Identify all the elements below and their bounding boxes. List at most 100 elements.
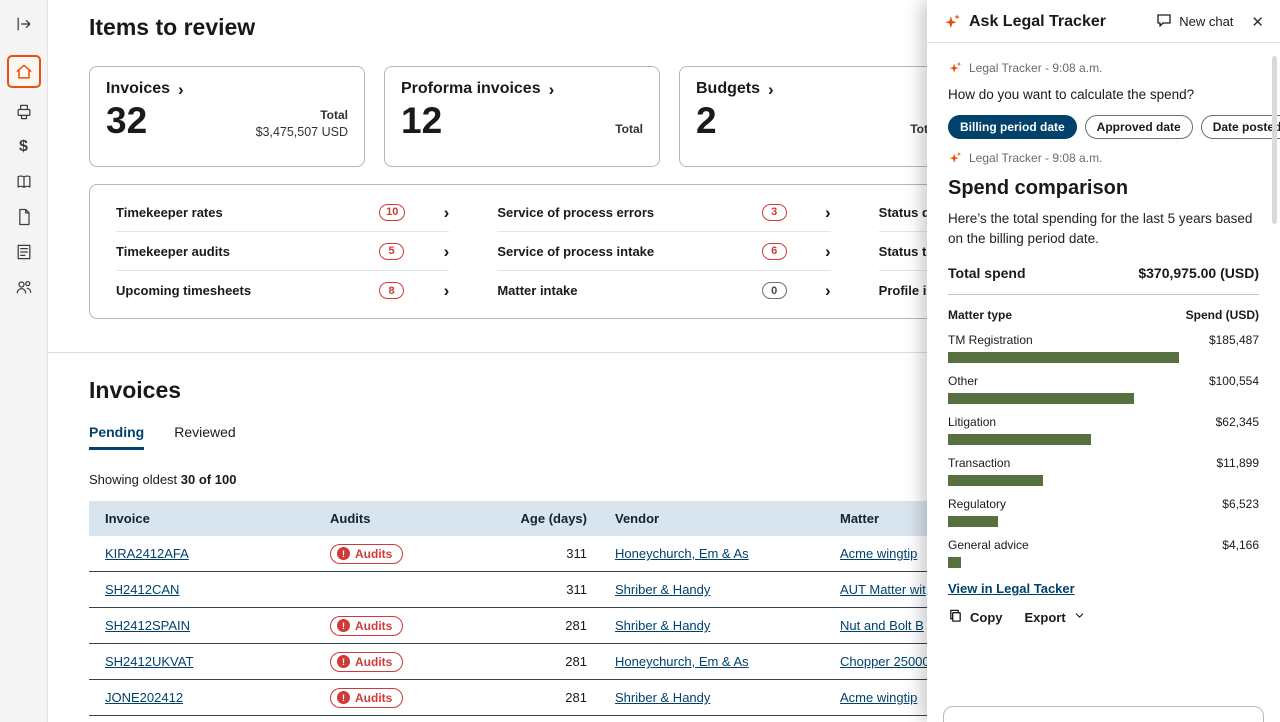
sparkle-icon xyxy=(943,13,961,31)
vendor-link[interactable]: Honeychurch, Em & As xyxy=(615,546,749,561)
option-pill-approved-date[interactable]: Approved date xyxy=(1085,115,1193,139)
summary-card-invoices[interactable]: Invoices › 32 Total $3,475,507 USD xyxy=(89,66,365,167)
assistant-question: How do you want to calculate the spend? xyxy=(948,87,1259,102)
age-cell: 281 xyxy=(515,654,595,669)
scrollbar-thumb[interactable] xyxy=(1272,56,1277,224)
review-item-upcoming-timesheets[interactable]: Upcoming timesheets xyxy=(116,271,379,310)
review-count-cell[interactable]: 10 xyxy=(379,193,429,232)
matter-link[interactable]: Nut and Bolt B xyxy=(840,618,924,633)
review-chevron-cell[interactable]: › xyxy=(811,271,831,310)
option-pill-billing-period-date[interactable]: Billing period date xyxy=(948,115,1077,139)
showing-count: 30 of 100 xyxy=(181,472,237,487)
total-label: Total xyxy=(256,108,348,122)
chevron-down-icon xyxy=(1073,609,1086,625)
total-spend-row: Total spend $370,975.00 (USD) xyxy=(948,265,1259,295)
review-chevron-cell[interactable]: › xyxy=(429,193,449,232)
audits-badge-label: Audits xyxy=(355,619,392,633)
spend-row-label: Other xyxy=(948,374,978,388)
spend-calc-options: Billing period date Approved date Date p… xyxy=(948,115,1259,139)
spend-comparison-heading: Spend comparison xyxy=(948,177,1259,200)
summary-card-proforma-invoices[interactable]: Proforma invoices › 12 Total xyxy=(384,66,660,167)
chevron-right-icon: › xyxy=(178,81,184,98)
spend-icon[interactable]: $ xyxy=(7,131,41,162)
invoice-link[interactable]: SH2412CAN xyxy=(105,582,179,597)
review-count-cell[interactable]: 0 xyxy=(762,271,811,310)
review-column-2: Service of process errors 3 › Service of… xyxy=(497,193,830,310)
export-button[interactable]: Export xyxy=(1025,609,1086,625)
review-item-sop-intake[interactable]: Service of process intake xyxy=(497,232,761,271)
audits-badge[interactable]: !Audits xyxy=(330,652,403,672)
review-chevron-cell[interactable]: › xyxy=(811,232,831,271)
spend-bar xyxy=(948,434,1091,445)
spend-row: Transaction$11,899 xyxy=(948,456,1259,486)
review-item-timekeeper-audits[interactable]: Timekeeper audits xyxy=(116,232,379,271)
spend-row-label: General advice xyxy=(948,538,1029,552)
audits-badge[interactable]: !Audits xyxy=(330,544,403,564)
review-count-cell[interactable]: 6 xyxy=(762,232,811,271)
spend-bar xyxy=(948,393,1134,404)
review-item-label: Timekeeper rates xyxy=(116,205,223,220)
review-count-cell[interactable]: 8 xyxy=(379,271,429,310)
invoice-link[interactable]: JONE202412 xyxy=(105,690,183,705)
review-chevron-cell[interactable]: › xyxy=(429,232,449,271)
copy-button[interactable]: Copy xyxy=(948,608,1003,626)
review-chevron-cell[interactable]: › xyxy=(811,193,831,232)
print-icon[interactable] xyxy=(7,96,41,127)
review-count-cell[interactable]: 3 xyxy=(762,193,811,232)
spend-row: Litigation$62,345 xyxy=(948,415,1259,445)
spend-row: General advice$4,166 xyxy=(948,538,1259,568)
expand-icon[interactable] xyxy=(7,8,41,39)
invoice-link[interactable]: SH2412SPAIN xyxy=(105,618,190,633)
tab-pending[interactable]: Pending xyxy=(89,424,144,450)
audits-badge[interactable]: ! Audits xyxy=(330,616,403,636)
close-icon[interactable]: ✕ xyxy=(1251,13,1264,31)
chat-header: Ask Legal Tracker New chat ✕ xyxy=(927,0,1280,43)
vendor-link[interactable]: Shriber & Handy xyxy=(615,690,710,705)
vendor-link[interactable]: Shriber & Handy xyxy=(615,618,710,633)
matter-link[interactable]: Acme wingtip xyxy=(840,546,917,561)
chat-body: Legal Tracker - 9:08 a.m. How do you wan… xyxy=(927,43,1280,722)
vendor-link[interactable]: Shriber & Handy xyxy=(615,582,710,597)
contacts-icon[interactable] xyxy=(7,271,41,302)
header-vendor: Vendor xyxy=(595,511,840,526)
spend-comparison-body: Here’s the total spending for the last 5… xyxy=(948,209,1259,248)
review-count-badge: 0 xyxy=(762,282,787,299)
review-count-badge: 3 xyxy=(762,204,787,221)
header-audits: Audits xyxy=(330,511,515,526)
invoice-link[interactable]: SH2412UKVAT xyxy=(105,654,193,669)
home-icon[interactable] xyxy=(7,55,41,88)
review-item-timekeeper-rates[interactable]: Timekeeper rates xyxy=(116,193,379,232)
card-title: Budgets xyxy=(696,80,760,98)
review-item-sop-errors[interactable]: Service of process errors xyxy=(497,193,761,232)
review-count-badge: 8 xyxy=(379,282,404,299)
review-item-label: Timekeeper audits xyxy=(116,244,230,259)
document-icon[interactable] xyxy=(7,201,41,232)
view-in-legal-tracker-link[interactable]: View in Legal Tacker xyxy=(948,581,1075,596)
chevron-right-icon: › xyxy=(768,81,774,98)
card-count: 32 xyxy=(106,100,147,143)
review-item-label: Service of process intake xyxy=(497,244,654,259)
review-column-1: Timekeeper rates 10 › Timekeeper audits … xyxy=(116,193,449,310)
review-chevron-cell[interactable]: › xyxy=(429,271,449,310)
audits-badge[interactable]: !Audits xyxy=(330,688,403,708)
library-icon[interactable] xyxy=(7,166,41,197)
matter-link[interactable]: AUT Matter wit xyxy=(840,582,926,597)
message-meta: Legal Tracker - 9:08 a.m. xyxy=(948,61,1259,75)
chat-input[interactable] xyxy=(943,706,1264,722)
matter-link[interactable]: Acme wingtip xyxy=(840,690,917,705)
spend-row-value: $100,554 xyxy=(1209,374,1259,388)
new-chat-button[interactable]: New chat xyxy=(1156,12,1233,31)
invoice-link[interactable]: KIRA2412AFA xyxy=(105,546,189,561)
review-count-cell[interactable]: 5 xyxy=(379,232,429,271)
spend-row-value: $62,345 xyxy=(1216,415,1259,429)
summary-card-budgets[interactable]: Budgets › 2 Total xyxy=(679,66,955,167)
option-pill-date-posted[interactable]: Date posted xyxy=(1201,115,1280,139)
matter-link[interactable]: Chopper 25000 xyxy=(840,654,930,669)
alert-icon: ! xyxy=(337,619,350,632)
review-item-matter-intake[interactable]: Matter intake xyxy=(497,271,761,310)
reports-icon[interactable] xyxy=(7,236,41,267)
tab-reviewed[interactable]: Reviewed xyxy=(174,424,235,450)
vendor-link[interactable]: Honeychurch, Em & As xyxy=(615,654,749,669)
message-sender-timestamp: Legal Tracker - 9:08 a.m. xyxy=(969,61,1102,75)
dollar-glyph: $ xyxy=(19,138,28,156)
